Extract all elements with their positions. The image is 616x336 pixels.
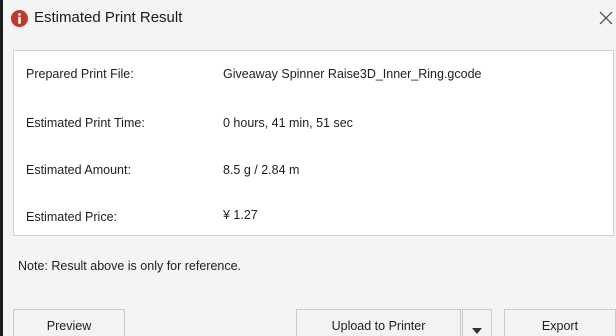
- estimated-print-time-label: Estimated Print Time:: [26, 116, 145, 130]
- window-title: Estimated Print Result: [34, 9, 183, 26]
- result-panel: Prepared Print File: Giveaway Spinner Ra…: [13, 50, 614, 236]
- estimated-price-value: ¥ 1.27: [223, 208, 258, 222]
- title-bar: Estimated Print Result: [0, 0, 616, 38]
- prepared-print-file-value: Giveaway Spinner Raise3D_Inner_Ring.gcod…: [223, 67, 482, 81]
- close-icon[interactable]: [598, 10, 614, 26]
- upload-to-printer-button[interactable]: Upload to Printer: [296, 309, 461, 336]
- export-button[interactable]: Export: [504, 309, 616, 336]
- chevron-down-icon: [472, 327, 482, 334]
- info-icon: [11, 10, 28, 27]
- estimated-print-result-dialog: Estimated Print Result Prepared Print Fi…: [0, 0, 616, 336]
- window-edge: [0, 0, 3, 336]
- estimated-amount-value: 8.5 g / 2.84 m: [223, 163, 300, 177]
- preview-button[interactable]: Preview: [13, 309, 125, 336]
- reference-note: Note: Result above is only for reference…: [18, 259, 242, 273]
- upload-options-dropdown[interactable]: [462, 309, 492, 336]
- prepared-print-file-label: Prepared Print File:: [26, 67, 134, 81]
- estimated-amount-label: Estimated Amount:: [26, 163, 131, 177]
- estimated-print-time-value: 0 hours, 41 min, 51 sec: [223, 116, 353, 130]
- estimated-price-label: Estimated Price:: [26, 210, 118, 224]
